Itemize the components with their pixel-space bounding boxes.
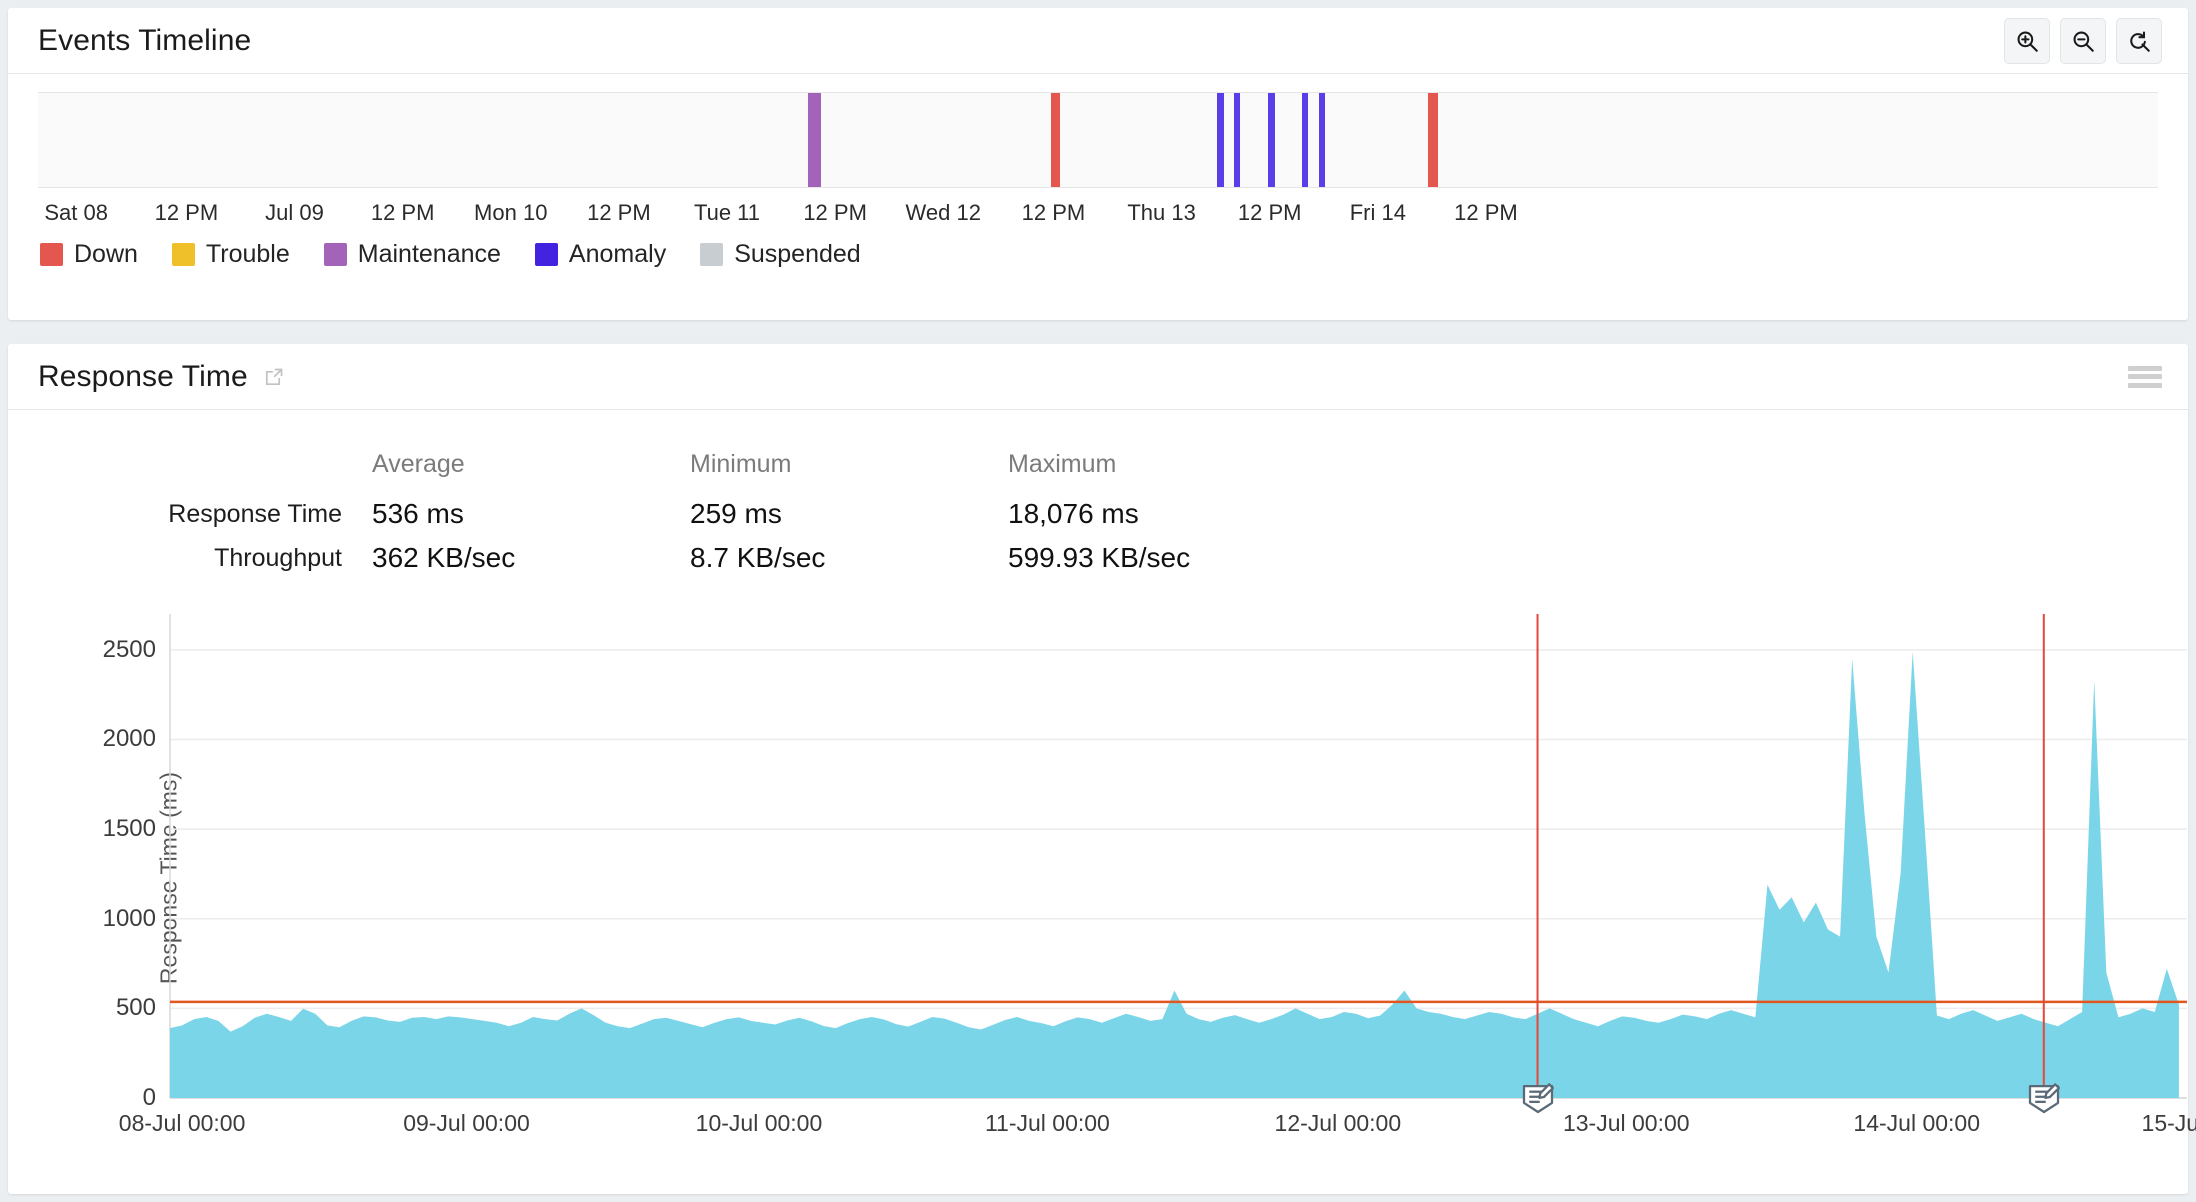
x-axis-tick: 15-Jul [2142,1110,2196,1137]
legend-label: Suspended [734,240,861,269]
legend-swatch-icon [535,243,558,266]
zoom-in-icon[interactable] [2004,18,2050,64]
x-axis-tick: 13-Jul 00:00 [1563,1110,1690,1137]
stats-column-header: Average [368,436,686,492]
response-time-area-series[interactable] [170,652,2179,1098]
legend-label: Maintenance [358,240,501,269]
legend-item-down[interactable]: Down [40,240,138,269]
legend-swatch-icon [40,243,63,266]
response-time-title: Response Time [38,360,248,394]
timeline-strip-wrap [8,74,2188,188]
timeline-axis-tick: 12 PM [155,200,219,226]
page-title: Events Timeline [38,24,251,58]
timeline-axis-tick: Thu 13 [1127,200,1196,226]
stats-column-header: Maximum [1004,436,1322,492]
chart-plot-area[interactable] [170,614,2187,1098]
external-link-icon[interactable] [262,365,286,389]
x-axis-tick: 08-Jul 00:00 [119,1110,246,1137]
x-axis-tick: 14-Jul 00:00 [1853,1110,1980,1137]
y-axis-tick: 2000 [103,725,156,753]
x-axis-tick: 10-Jul 00:00 [696,1110,823,1137]
legend-swatch-icon [700,243,723,266]
timeline-axis-tick: 12 PM [1022,200,1086,226]
timeline-axis-tick: 12 PM [803,200,867,226]
timeline-event-bar-down[interactable] [1428,93,1438,187]
timeline-event-bar-anomaly[interactable] [1268,93,1274,187]
y-axis-ticks: 05001000150020002500 [8,614,156,1098]
response-time-card: Response Time AverageMinimumMaximumRespo… [8,344,2188,1194]
timeline-axis-tick: 12 PM [371,200,435,226]
legend-label: Down [74,240,138,269]
timeline-axis-tick: Jul 09 [265,200,324,226]
y-axis-tick: 1000 [103,905,156,933]
timeline-axis-tick: Sat 08 [44,200,108,226]
response-time-header: Response Time [8,344,2188,410]
stats-value: 8.7 KB/sec [686,536,1004,580]
y-axis-tick: 1500 [103,815,156,843]
response-time-title-group: Response Time [38,360,286,394]
stats-row: Response Time536 ms259 ms18,076 ms [8,492,1322,536]
timeline-axis-tick: Fri 14 [1350,200,1406,226]
legend-item-anomaly[interactable]: Anomaly [535,240,666,269]
timeline-axis-tick: Mon 10 [474,200,547,226]
legend-item-trouble[interactable]: Trouble [172,240,290,269]
timeline-axis-tick: Wed 12 [906,200,981,226]
legend-label: Anomaly [569,240,666,269]
stats-value: 536 ms [368,492,686,536]
x-axis-tick: 11-Jul 00:00 [985,1110,1110,1137]
page-root: Events Timeline [0,0,2196,1202]
events-timeline-axis: Sat 08 12 PM Jul 09 12 PM Mon 10 12 PM Tue 11 1… [38,188,2158,234]
timeline-event-bar-anomaly[interactable] [1234,93,1240,187]
timeline-axis-tick: 12 PM [1238,200,1302,226]
timeline-axis-tick: Tue 11 [694,200,760,226]
response-time-stats-table: AverageMinimumMaximumResponse Time536 ms… [8,436,1322,580]
x-axis-tick: 09-Jul 00:00 [403,1110,530,1137]
timeline-event-bar-maintenance[interactable] [808,93,821,187]
legend-item-maintenance[interactable]: Maintenance [324,240,501,269]
x-axis-ticks: 08-Jul 00:0009-Jul 00:0010-Jul 00:0011-J… [170,1110,2187,1144]
stats-value: 18,076 ms [1004,492,1322,536]
events-timeline-strip[interactable] [38,92,2158,188]
y-axis-tick: 500 [116,994,156,1022]
stats-row-label: Throughput [8,536,368,580]
timeline-event-bar-down[interactable] [1051,93,1061,187]
legend-item-suspended[interactable]: Suspended [700,240,861,269]
y-axis-tick: 0 [143,1084,156,1112]
timeline-axis-tick: 12 PM [587,200,651,226]
zoom-out-icon[interactable] [2060,18,2106,64]
zoom-reset-icon[interactable] [2116,18,2162,64]
events-timeline-header: Events Timeline [8,8,2188,74]
timeline-axis-tick: 12 PM [1454,200,1518,226]
stats-column-header: Minimum [686,436,1004,492]
timeline-event-bar-anomaly[interactable] [1217,93,1223,187]
stats-row-label: Response Time [8,492,368,536]
legend-swatch-icon [172,243,195,266]
legend-label: Trouble [206,240,290,269]
stats-corner-cell [8,436,368,492]
events-timeline-legend: Down Trouble Maintenance Anomaly Suspended [8,234,2188,269]
response-time-chart: Response Time (ms) 05001000150020002500 … [8,598,2188,1158]
x-axis-tick: 12-Jul 00:00 [1275,1110,1402,1137]
stats-value: 362 KB/sec [368,536,686,580]
events-timeline-card: Events Timeline [8,8,2188,320]
legend-swatch-icon [324,243,347,266]
stats-value: 259 ms [686,492,1004,536]
hamburger-menu-icon[interactable] [2128,366,2162,388]
stats-value: 599.93 KB/sec [1004,536,1322,580]
y-axis-tick: 2500 [103,636,156,664]
stats-row: Throughput362 KB/sec8.7 KB/sec599.93 KB/… [8,536,1322,580]
timeline-event-bar-anomaly[interactable] [1302,93,1308,187]
stats-header-row: AverageMinimumMaximum [8,436,1322,492]
timeline-event-bar-anomaly[interactable] [1319,93,1325,187]
